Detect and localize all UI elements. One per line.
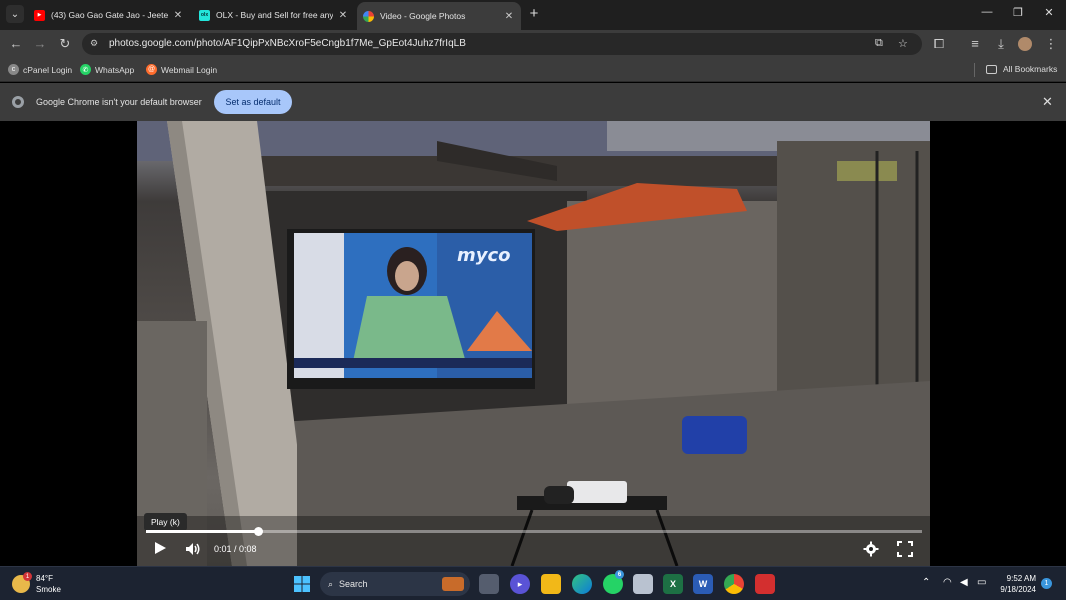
chrome-icon[interactable] bbox=[724, 574, 744, 594]
tab-title: Video - Google Photos bbox=[380, 11, 466, 21]
play-icon bbox=[155, 542, 166, 554]
pdf-reader-icon[interactable] bbox=[755, 574, 775, 594]
search-highlight-icon bbox=[442, 577, 464, 591]
cpanel-icon: c bbox=[8, 64, 19, 75]
speaker-icon[interactable]: ◀ bbox=[960, 577, 968, 588]
volume-icon bbox=[186, 543, 200, 555]
url-text[interactable]: photos.google.com/photo/AF1QipPxNBcXroF5… bbox=[109, 38, 466, 49]
search-icon: ⌕ bbox=[328, 578, 334, 589]
infobar-message: Google Chrome isn't your default browser bbox=[36, 97, 202, 107]
weather-widget[interactable]: 1 84°F Smoke bbox=[12, 572, 61, 595]
bookmarks-bar: c cPanel Login ✆ WhatsApp @ Webmail Logi… bbox=[0, 58, 1066, 82]
time-display: 0:01 / 0:08 bbox=[214, 544, 257, 554]
tab-youtube[interactable]: ▶ (43) Gao Gao Gate Jao - Jeeten ✕ bbox=[28, 2, 190, 28]
weather-icon: 1 bbox=[12, 572, 32, 593]
tab-search-icon[interactable]: ≡ bbox=[967, 36, 983, 52]
tab-search-button[interactable]: ⌄ bbox=[6, 5, 24, 23]
webmail-icon: @ bbox=[146, 64, 157, 75]
reload-icon[interactable]: ↻ bbox=[57, 36, 73, 52]
progress-bar[interactable] bbox=[146, 527, 922, 536]
windows-start-icon[interactable] bbox=[292, 574, 312, 594]
progress-handle[interactable] bbox=[254, 527, 264, 536]
teams-icon[interactable]: ▸ bbox=[510, 574, 530, 594]
battery-icon[interactable]: ▭ bbox=[977, 577, 986, 588]
all-bookmarks[interactable]: All Bookmarks bbox=[986, 64, 1057, 74]
download-icon[interactable]: ⤓ bbox=[993, 36, 1009, 52]
olx-icon: olx bbox=[199, 9, 210, 21]
default-browser-infobar: Google Chrome isn't your default browser… bbox=[0, 83, 1066, 121]
tab-strip: ⌄ ▶ (43) Gao Gao Gate Jao - Jeeten ✕ olx… bbox=[0, 0, 1066, 30]
printer-icon[interactable] bbox=[633, 574, 653, 594]
clock-time: 9:52 AM bbox=[1006, 574, 1036, 583]
close-icon[interactable]: ✕ bbox=[1042, 94, 1053, 110]
excel-icon[interactable]: X bbox=[663, 574, 683, 594]
chevron-down-icon: ⌄ bbox=[10, 8, 20, 20]
video-frame[interactable]: myco bbox=[137, 121, 930, 566]
tv-brand-text: myco bbox=[457, 245, 511, 266]
fullscreen-button[interactable] bbox=[897, 541, 913, 562]
bookmark-whatsapp[interactable]: ✆ WhatsApp bbox=[80, 64, 134, 75]
bookmark-cpanel[interactable]: c cPanel Login bbox=[8, 64, 72, 75]
windows-taskbar: 1 84°F Smoke ⌕ Search ▸ 6 X W ⌃ ◠ ◀ ▭ 9:… bbox=[0, 566, 1066, 600]
file-explorer-icon[interactable] bbox=[541, 574, 561, 594]
search-label: Search bbox=[339, 579, 368, 589]
extensions-icon[interactable]: ⧠ bbox=[931, 36, 947, 52]
bookmark-star-icon[interactable]: ☆ bbox=[898, 37, 908, 50]
close-window-icon[interactable]: ✕ bbox=[1039, 6, 1059, 19]
task-view-icon[interactable] bbox=[479, 574, 499, 594]
clock-date: 9/18/2024 bbox=[1000, 585, 1036, 594]
word-icon[interactable]: W bbox=[693, 574, 713, 594]
minimize-icon[interactable]: — bbox=[977, 6, 997, 18]
notification-badge[interactable]: 1 bbox=[1041, 578, 1052, 589]
whatsapp-icon: ✆ bbox=[80, 64, 91, 75]
whatsapp-badge: 6 bbox=[615, 570, 624, 579]
volume-button[interactable] bbox=[185, 541, 201, 562]
close-icon[interactable]: ✕ bbox=[172, 10, 184, 21]
back-icon[interactable]: ← bbox=[8, 36, 24, 52]
forward-icon[interactable]: → bbox=[32, 36, 48, 52]
google-photos-icon bbox=[363, 10, 374, 22]
play-button[interactable] bbox=[152, 540, 168, 561]
bookmark-label: WhatsApp bbox=[95, 64, 135, 75]
bookmark-webmail[interactable]: @ Webmail Login bbox=[146, 64, 217, 75]
bookmark-label: Webmail Login bbox=[161, 64, 218, 75]
wifi-icon[interactable]: ◠ bbox=[943, 577, 952, 588]
install-app-icon[interactable]: ⧉ bbox=[875, 37, 883, 50]
whatsapp-icon[interactable]: 6 bbox=[603, 570, 624, 594]
video-image: myco bbox=[137, 121, 930, 566]
video-stage: myco bbox=[0, 121, 1066, 566]
tab-title: OLX - Buy and Sell for free anyw bbox=[216, 10, 333, 20]
weather-desc: Smoke bbox=[36, 585, 61, 594]
folder-icon bbox=[986, 64, 997, 74]
set-as-default-button[interactable]: Set as default bbox=[214, 90, 292, 114]
fullscreen-icon bbox=[897, 541, 913, 557]
progress-fill bbox=[146, 530, 259, 533]
divider bbox=[974, 63, 975, 77]
chevron-up-icon[interactable]: ⌃ bbox=[922, 577, 930, 588]
tab-title: (43) Gao Gao Gate Jao - Jeeten bbox=[51, 10, 168, 20]
edge-icon[interactable] bbox=[572, 574, 592, 594]
chrome-icon bbox=[12, 96, 24, 108]
tab-google-photos[interactable]: Video - Google Photos ✕ bbox=[357, 2, 521, 30]
settings-button[interactable] bbox=[863, 541, 879, 562]
close-icon[interactable]: ✕ bbox=[337, 10, 349, 21]
tab-olx[interactable]: olx OLX - Buy and Sell for free anyw ✕ bbox=[193, 2, 355, 28]
close-icon[interactable]: ✕ bbox=[503, 11, 515, 22]
taskbar-search[interactable]: ⌕ Search bbox=[320, 572, 470, 596]
address-bar[interactable]: ⚙ photos.google.com/photo/AF1QipPxNBcXro… bbox=[82, 33, 922, 55]
weather-badge: 1 bbox=[23, 572, 32, 581]
play-tooltip: Play (k) bbox=[144, 513, 187, 531]
restore-icon[interactable]: ❐ bbox=[1008, 6, 1028, 19]
menu-icon[interactable]: ⋮ bbox=[1043, 36, 1059, 52]
browser-toolbar: ← → ↻ ⚙ photos.google.com/photo/AF1QipPx… bbox=[0, 30, 1066, 58]
weather-temp: 84°F bbox=[36, 574, 53, 583]
bookmark-label: cPanel Login bbox=[23, 64, 73, 75]
system-clock[interactable]: 9:52 AM 9/18/2024 bbox=[998, 573, 1036, 595]
all-bookmarks-label: All Bookmarks bbox=[1003, 64, 1058, 74]
site-info-icon[interactable]: ⚙ bbox=[90, 38, 102, 50]
youtube-icon: ▶ bbox=[34, 9, 45, 21]
avatar[interactable] bbox=[1018, 37, 1032, 51]
gear-icon bbox=[863, 541, 879, 557]
new-tab-button[interactable]: + bbox=[527, 6, 541, 22]
